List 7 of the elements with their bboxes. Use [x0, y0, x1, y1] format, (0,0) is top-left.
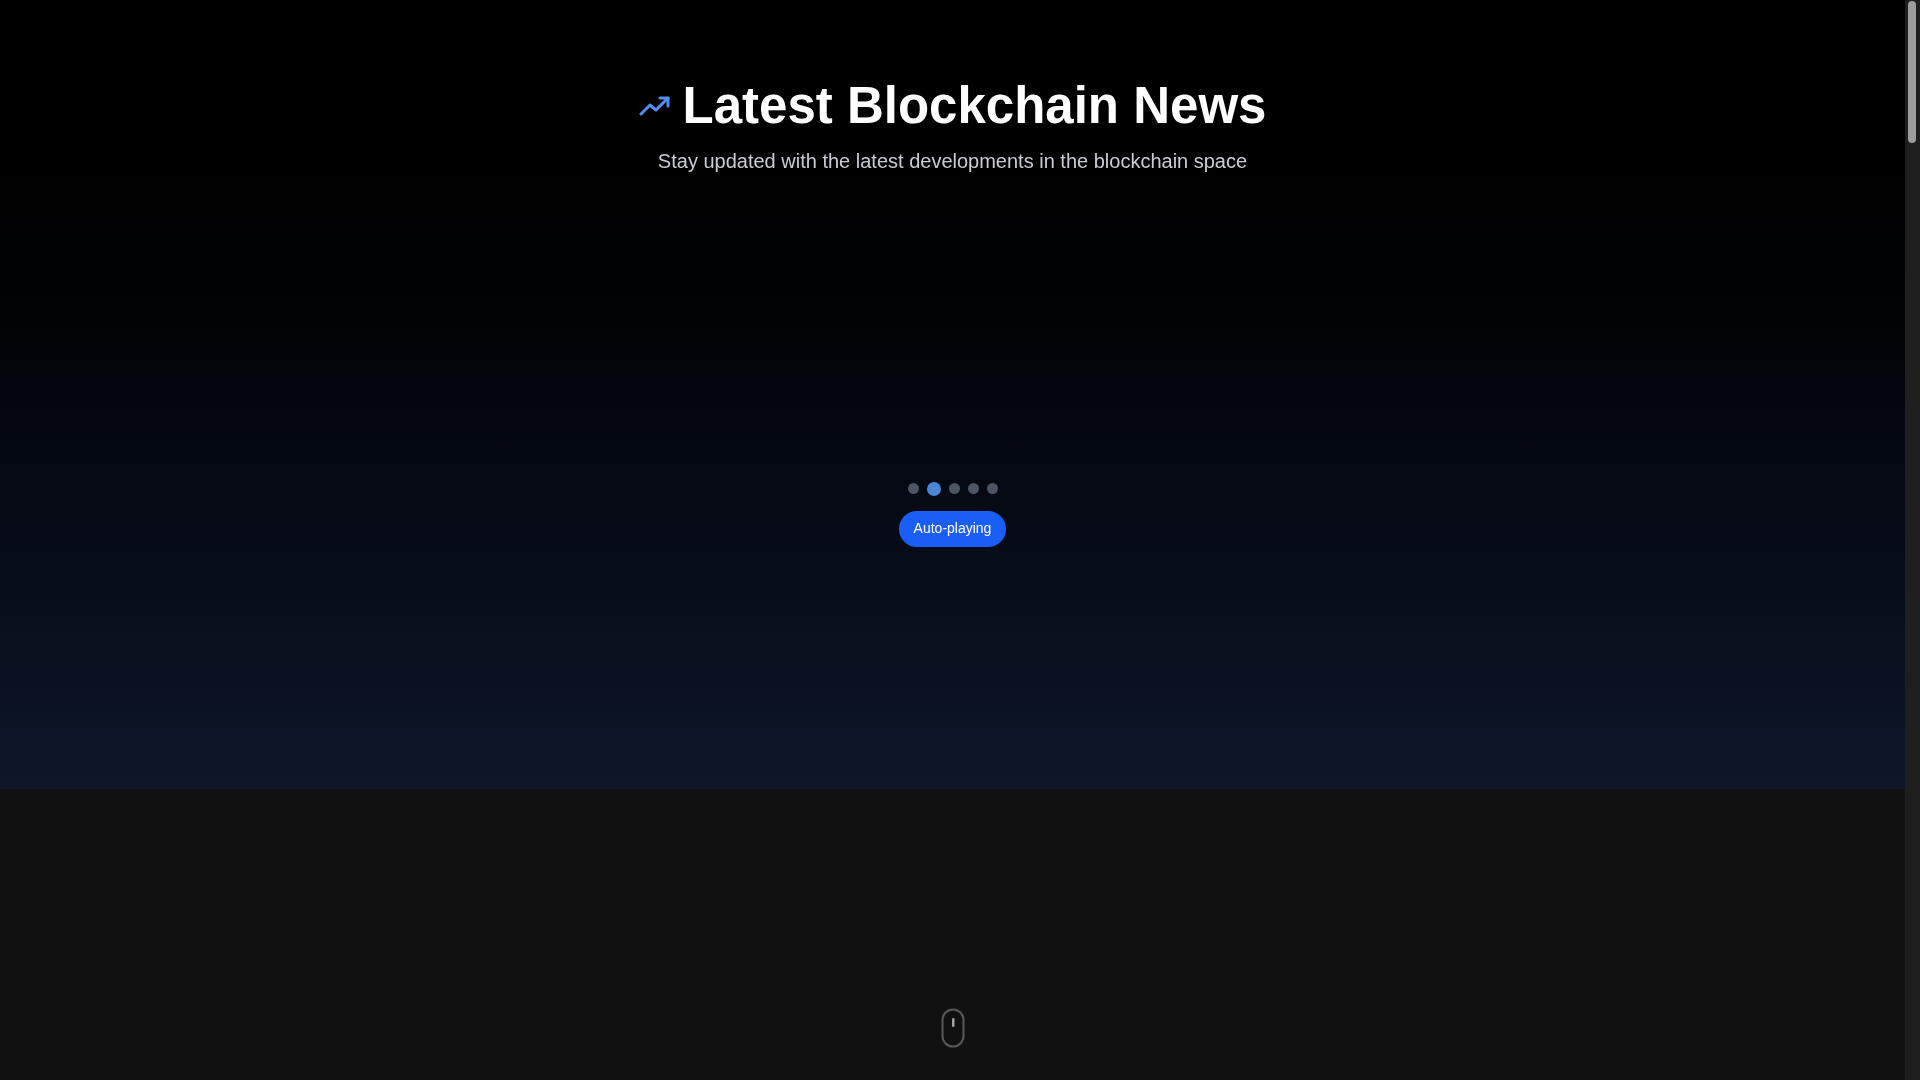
scrollbar-thumb[interactable]: [1908, 1, 1916, 143]
scrollbar[interactable]: [1905, 0, 1920, 1080]
trending-up-icon: [638, 94, 671, 117]
scroll-mouse-icon: [940, 1008, 965, 1048]
autoplay-button[interactable]: Auto-playing: [898, 510, 1007, 547]
page-subtitle: Stay updated with the latest developments in the blockchain space: [657, 148, 1248, 174]
page-title: Latest Blockchain News: [682, 76, 1267, 136]
